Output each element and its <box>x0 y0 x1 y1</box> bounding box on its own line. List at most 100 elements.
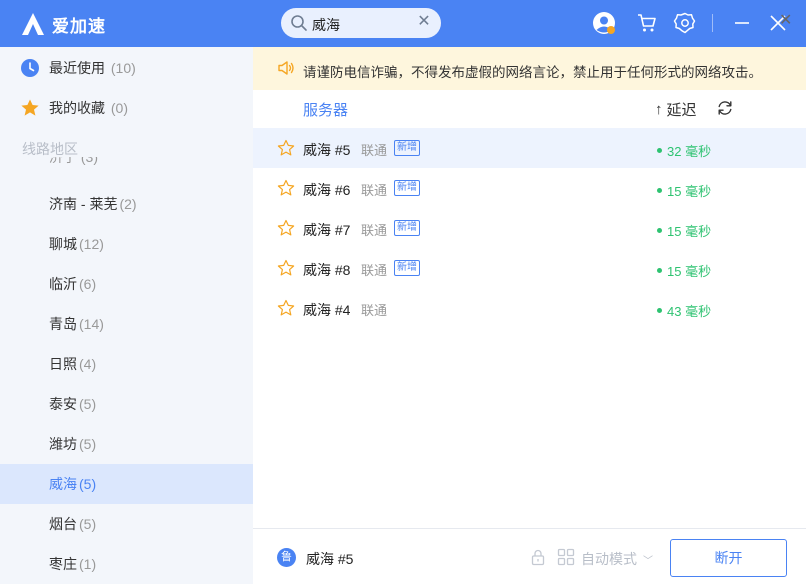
server-latency: 43 毫秒 <box>657 301 711 320</box>
region-count: (12) <box>79 236 104 252</box>
server-isp: 联通 <box>361 263 388 278</box>
new-badge: 新增 <box>394 180 420 196</box>
minimize-icon[interactable] <box>730 11 754 35</box>
region-label: 临沂 <box>49 276 77 292</box>
sidebar-region-item[interactable]: 泰安 (5) <box>0 384 253 424</box>
titlebar-divider <box>712 14 713 32</box>
star-outline-icon[interactable] <box>277 179 295 197</box>
new-badge: 新增 <box>394 220 420 236</box>
mode-select[interactable]: 自动模式 ﹀ <box>581 549 653 569</box>
server-name: 威海 #5 <box>303 142 351 158</box>
region-count: (5) <box>79 516 97 532</box>
region-count: (4) <box>79 356 97 372</box>
server-isp: 联通 <box>361 183 388 198</box>
cart-icon[interactable] <box>635 11 659 35</box>
latency-value: 15 毫秒 <box>667 264 712 279</box>
speaker-icon <box>278 61 294 75</box>
region-label: 威海 <box>49 476 77 492</box>
sort-by-latency[interactable]: ↑ 延迟 <box>655 99 697 120</box>
region-count: (2) <box>119 196 137 212</box>
sidebar-region-item[interactable]: 临沂 (6) <box>0 264 253 304</box>
server-isp: 联通 <box>361 143 388 158</box>
column-header-server[interactable]: 服务器 <box>303 99 348 120</box>
clock-icon <box>21 59 39 77</box>
search-input[interactable]: 威海 <box>312 15 340 35</box>
title-bar: 爱加速 威海 ✕ <box>0 0 806 47</box>
star-outline-icon[interactable] <box>277 219 295 237</box>
search-box[interactable]: 威海 ✕ <box>281 8 441 38</box>
disconnect-button[interactable]: 断开 <box>670 539 787 577</box>
mode-label: 自动模式 <box>581 551 637 567</box>
server-name: 威海 #8 <box>303 262 351 278</box>
region-label: 青岛 <box>49 316 77 332</box>
region-count: (5) <box>79 476 97 492</box>
app-logo: 爱加速 <box>20 11 106 37</box>
latency-value: 15 毫秒 <box>667 184 712 199</box>
settings-gear-icon[interactable] <box>673 11 697 35</box>
server-name: 威海 #4 <box>303 302 351 318</box>
user-avatar-icon[interactable] <box>592 11 616 35</box>
bottom-divider <box>253 528 806 529</box>
sidebar-item-label: 最近使用 <box>49 60 105 76</box>
server-name: 威海 #7 <box>303 222 351 238</box>
region-label: 潍坊 <box>49 436 77 452</box>
column-header-latency: 延迟 <box>666 102 697 119</box>
server-isp: 联通 <box>361 223 388 238</box>
sidebar-region-item[interactable]: 烟台 (5) <box>0 504 253 544</box>
server-row[interactable]: 威海 #8 联通 新增 15 毫秒 <box>253 248 806 288</box>
sidebar-region-item[interactable]: 威海 (5) <box>0 464 253 504</box>
sidebar: 最近使用 (10) 我的收藏 (0) 线路地区 济宁 (3) 济南 - 莱芜 (… <box>0 47 253 584</box>
sort-arrow-icon: ↑ <box>655 101 663 118</box>
latency-value: 43 毫秒 <box>667 304 712 319</box>
close-notice-icon[interactable]: ✕ <box>779 13 795 29</box>
sidebar-item-count: (10) <box>110 60 136 76</box>
latency-value: 15 毫秒 <box>667 224 712 239</box>
sidebar-region-item[interactable]: 青岛 (14) <box>0 304 253 344</box>
search-icon <box>291 15 307 31</box>
region-label: 泰安 <box>49 396 77 412</box>
sidebar-region-item[interactable]: 聊城 (12) <box>0 224 253 264</box>
status-dot <box>657 228 662 233</box>
sidebar-region-item[interactable]: 日照 (4) <box>0 344 253 384</box>
star-filled-icon <box>21 99 39 116</box>
mode-grid-icon <box>557 548 575 566</box>
lock-icon[interactable] <box>529 548 547 566</box>
status-dot <box>657 188 662 193</box>
server-row[interactable]: 威海 #4 联通 43 毫秒 <box>253 288 806 328</box>
server-row[interactable]: 威海 #5 联通 新增 32 毫秒 <box>253 128 806 168</box>
server-row[interactable]: 威海 #7 联通 新增 15 毫秒 <box>253 208 806 248</box>
server-isp: 联通 <box>361 303 388 318</box>
server-latency: 15 毫秒 <box>657 221 711 240</box>
server-latency: 15 毫秒 <box>657 181 711 200</box>
province-badge-icon: 鲁 <box>277 548 296 567</box>
new-badge: 新增 <box>394 260 420 276</box>
sidebar-region-item[interactable]: 济南 - 莱芜 (2) <box>0 184 253 224</box>
notice-text: 请谨防电信诈骗，不得发布虚假的网络言论，禁止用于任何形式的网络攻击。 <box>303 65 762 80</box>
refresh-icon[interactable] <box>716 99 734 117</box>
region-count: (5) <box>79 436 97 452</box>
server-latency: 15 毫秒 <box>657 261 711 280</box>
sidebar-item-partial[interactable]: 济宁 (3) <box>49 157 98 165</box>
star-outline-icon[interactable] <box>277 259 295 277</box>
server-row[interactable]: 威海 #6 联通 新增 15 毫秒 <box>253 168 806 208</box>
region-count: (5) <box>79 396 97 412</box>
sidebar-region-item[interactable]: 潍坊 (5) <box>0 424 253 464</box>
sidebar-item-count: (0) <box>110 100 129 116</box>
region-count: (14) <box>79 316 104 332</box>
region-label: 日照 <box>49 356 77 372</box>
sidebar-item-favorites[interactable]: 我的收藏 (0) <box>0 88 253 128</box>
sidebar-item-recent[interactable]: 最近使用 (10) <box>0 48 253 88</box>
current-server-name: 威海 #5 <box>306 551 354 567</box>
star-outline-icon[interactable] <box>277 299 295 317</box>
latency-value: 32 毫秒 <box>667 144 712 159</box>
status-dot <box>657 308 662 313</box>
sidebar-item-label: 我的收藏 <box>49 100 105 116</box>
star-outline-icon[interactable] <box>277 139 295 157</box>
status-dot <box>657 268 662 273</box>
clear-search-icon[interactable]: ✕ <box>415 13 433 31</box>
region-label: 聊城 <box>49 236 77 252</box>
region-section-title: 线路地区 <box>22 141 78 157</box>
region-count: (6) <box>79 276 97 292</box>
logo-icon <box>22 13 44 35</box>
sidebar-region-item[interactable]: 枣庄 (1) <box>0 544 253 584</box>
